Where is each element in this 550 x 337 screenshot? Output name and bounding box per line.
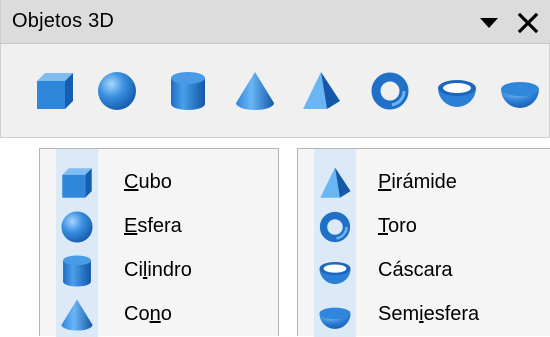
shell-icon [314, 249, 356, 293]
menu-item-piramide[interactable]: Pirámide [298, 161, 550, 205]
torus-icon [314, 205, 356, 249]
half-sphere-icon [501, 82, 539, 108]
menu-item-label: Esfera [124, 215, 182, 237]
cone-icon [236, 72, 274, 110]
menu-item-toro[interactable]: Toro [298, 205, 550, 249]
3d-objects-toolbar: Objetos 3D [0, 0, 550, 138]
menu-item-label: Pirámide [378, 171, 457, 193]
toolbar-cylinder-button[interactable] [165, 68, 211, 114]
toolbar-titlebar[interactable]: Objetos 3D [1, 0, 550, 44]
menu-item-label: Toro [378, 215, 417, 237]
menu-item-label: Semiesfera [378, 303, 480, 325]
menu-item-label: Cono [124, 303, 172, 325]
cube-icon [56, 161, 98, 205]
toolbar-half-sphere-button[interactable] [497, 68, 543, 114]
cylinder-icon [56, 249, 98, 293]
toolbar-sphere-button[interactable] [94, 68, 140, 114]
menu-item-cubo[interactable]: Cubo [40, 161, 278, 205]
menu-item-cascara[interactable]: Cáscara [298, 249, 550, 293]
cylinder-icon [171, 72, 205, 110]
shell-icon [438, 80, 476, 107]
menu-item-label: Cáscara [378, 259, 453, 281]
toolbar-pyramid-button[interactable] [298, 68, 344, 114]
cube-icon [37, 73, 73, 109]
sphere-icon [98, 72, 136, 110]
menu-3d-objects-right: Pirámide Toro Cáscara Semiesfera [297, 148, 550, 337]
menu-3d-objects-left: Cubo Esfera Cilindro Cono [39, 148, 279, 337]
pyramid-icon [303, 72, 340, 109]
sphere-icon [56, 205, 98, 249]
menu-item-cono[interactable]: Cono [40, 293, 278, 337]
close-icon[interactable] [517, 12, 539, 34]
toolbar-shell-button[interactable] [434, 68, 480, 114]
menu-item-cilindro[interactable]: Cilindro [40, 249, 278, 293]
menu-item-semiesfera[interactable]: Semiesfera [298, 293, 550, 337]
menu-item-label: Cilindro [124, 259, 192, 281]
cone-icon [56, 293, 98, 337]
toolbar-title: Objetos 3D [12, 10, 115, 32]
toolbar-torus-button[interactable] [367, 68, 413, 114]
triangle-down-icon[interactable] [479, 17, 499, 29]
torus-icon [371, 72, 409, 110]
pyramid-icon [314, 161, 356, 205]
half-sphere-icon [314, 293, 356, 337]
menu-item-label: Cubo [124, 171, 172, 193]
toolbar-cube-button[interactable] [32, 68, 78, 114]
menu-item-esfera[interactable]: Esfera [40, 205, 278, 249]
toolbar-cone-button[interactable] [232, 68, 278, 114]
